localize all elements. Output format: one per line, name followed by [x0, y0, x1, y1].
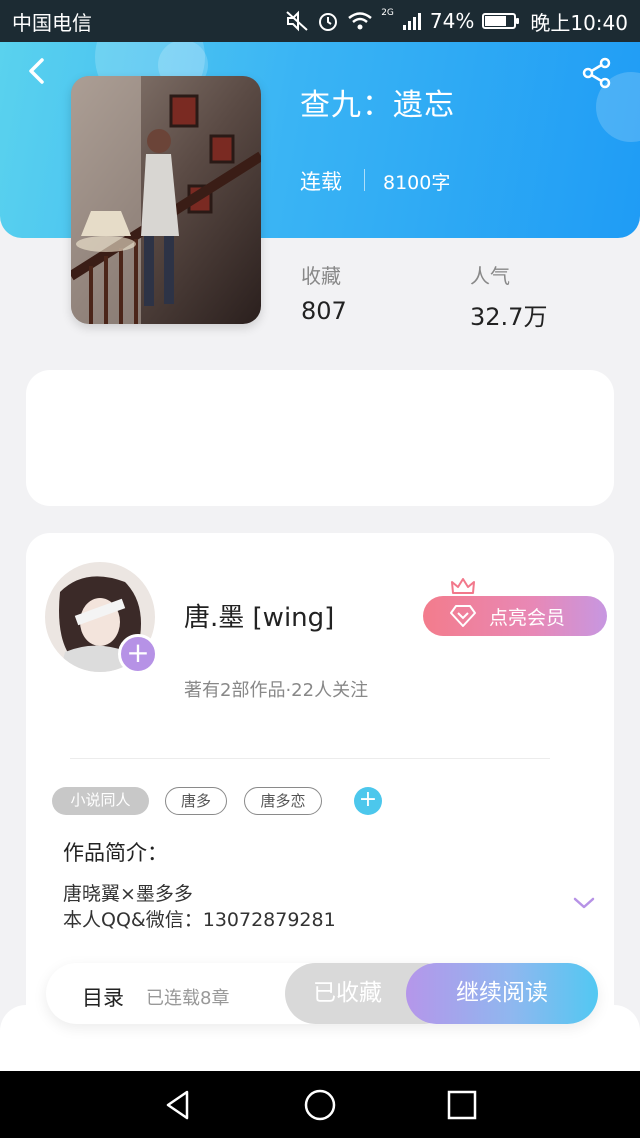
serial-status: 连载: [300, 170, 342, 194]
blank-card: [26, 370, 614, 506]
signal-icon: [402, 13, 421, 30]
follow-author-button[interactable]: +: [118, 634, 158, 674]
toc-button[interactable]: 目录: [82, 982, 124, 1012]
crown-icon: [451, 578, 475, 594]
favorites-label: 收藏: [301, 264, 341, 288]
vip-button-label: 点亮会员: [489, 606, 566, 629]
intro-line: 唐晓翼×墨多多: [63, 883, 193, 905]
tag-item[interactable]: 小说同人: [52, 787, 149, 815]
popularity-value: 32.7万: [470, 303, 548, 331]
clock: 晚上10:40: [530, 10, 628, 35]
book-title: 查九：遗忘: [300, 88, 455, 123]
nav-recents-icon[interactable]: [444, 1087, 480, 1123]
tag-item[interactable]: 唐多恋: [244, 787, 322, 815]
intro-title: 作品简介：: [63, 841, 168, 865]
network-type: 2G: [381, 8, 394, 18]
nav-home-icon[interactable]: [302, 1087, 338, 1123]
wifi-icon: [348, 12, 372, 30]
header-divider: [364, 169, 365, 191]
chapter-count: 已连载8章: [146, 988, 230, 1009]
author-meta: 著有2部作品·22人关注: [184, 680, 369, 701]
diamond-icon: [450, 605, 476, 627]
alarm-icon: [319, 13, 338, 31]
back-icon[interactable]: [22, 55, 54, 87]
favorites-value: 807: [301, 297, 347, 325]
continue-reading-button[interactable]: 继续阅读: [406, 963, 598, 1024]
battery-percent: 74%: [429, 9, 475, 33]
vip-button[interactable]: 点亮会员: [423, 596, 607, 636]
battery-icon: [482, 13, 520, 29]
popularity-label: 人气: [470, 264, 510, 288]
author-divider: [70, 758, 550, 759]
word-count: 8100字: [383, 172, 451, 194]
book-cover[interactable]: [71, 76, 261, 324]
chevron-down-icon[interactable]: [571, 893, 597, 913]
tag-item[interactable]: 唐多: [165, 787, 227, 815]
add-tag-button[interactable]: +: [354, 787, 382, 815]
nav-back-icon[interactable]: [160, 1087, 196, 1123]
mute-icon: [286, 10, 308, 32]
author-name[interactable]: 唐.墨 [wing]: [184, 597, 334, 634]
intro-line: 本人QQ&微信：13072879281: [63, 909, 336, 931]
share-icon[interactable]: [580, 56, 614, 90]
carrier-name: 中国电信: [12, 10, 92, 35]
status-bar: 中国电信 2G 74% 晚上10:40: [0, 0, 640, 42]
